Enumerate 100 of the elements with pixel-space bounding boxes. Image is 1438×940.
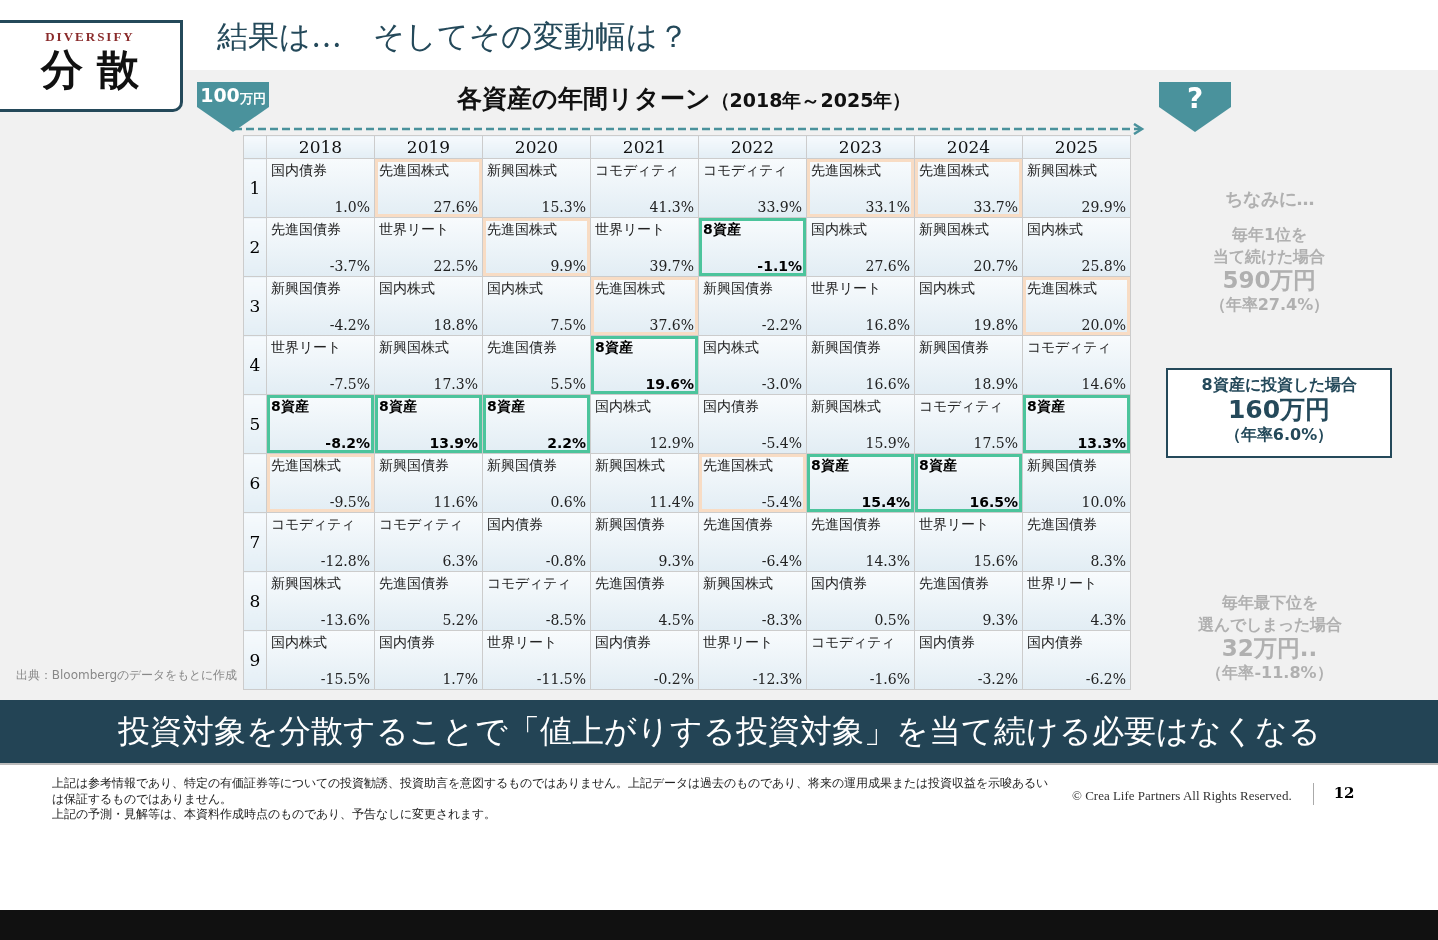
return-value: -5.4% [761, 494, 802, 510]
return-value: 12.9% [649, 435, 694, 451]
return-value: 2.2% [547, 435, 586, 451]
return-value: 1.0% [334, 199, 370, 215]
return-value: 29.9% [1081, 199, 1126, 215]
return-value: 20.0% [1081, 317, 1126, 333]
asset-name: 8資産 [271, 398, 309, 416]
asset-name: 国内株式 [811, 221, 867, 239]
asset-name: 新興国株式 [379, 339, 449, 357]
return-value: 16.8% [865, 317, 910, 333]
asset-name: 国内株式 [1027, 221, 1083, 239]
asset-name: 国内株式 [487, 280, 543, 298]
return-value: 33.7% [973, 199, 1018, 215]
asset-name: 先進国株式 [811, 162, 881, 180]
return-value: -15.5% [320, 671, 370, 687]
return-value: 41.3% [649, 199, 694, 215]
asset-name: 国内債券 [487, 516, 543, 534]
rank-cell: 5 [243, 394, 267, 454]
return-value: -9.5% [329, 494, 370, 510]
asset-name: 国内株式 [271, 634, 327, 652]
asset-name: 国内株式 [379, 280, 435, 298]
asset-name: 先進国株式 [487, 221, 557, 239]
asset-name: 先進国債券 [919, 575, 989, 593]
asset-name: 先進国債券 [1027, 516, 1097, 534]
asset-name: 8資産 [703, 221, 741, 239]
asset-name: 新興国債券 [1027, 457, 1097, 475]
return-value: -13.6% [320, 612, 370, 628]
asset-name: 先進国株式 [1027, 280, 1097, 298]
copyright: © Crea Life Partners All Rights Reserved. [1072, 788, 1292, 804]
asset-name: 新興国株式 [271, 575, 341, 593]
return-value: 9.3% [982, 612, 1018, 628]
asset-name: 新興国債券 [271, 280, 341, 298]
rank-cell: 9 [243, 630, 267, 690]
asset-name: 世界リート [811, 280, 881, 298]
end-marker: ? [1159, 82, 1231, 132]
return-value: 0.6% [550, 494, 586, 510]
return-value: 5.5% [550, 376, 586, 392]
return-value: 19.8% [973, 317, 1018, 333]
return-value: 16.6% [865, 376, 910, 392]
return-value: 0.5% [874, 612, 910, 628]
return-value: 25.8% [1081, 258, 1126, 274]
worst-case-caption: 毎年最下位を [1221, 592, 1318, 614]
return-value: 6.3% [442, 553, 478, 569]
start-marker: 100万円 [197, 82, 269, 132]
asset-name: 新興国債券 [595, 516, 665, 534]
return-value: -4.2% [329, 317, 370, 333]
asset-name: 8資産 [595, 339, 633, 357]
rank-cell: 8 [243, 571, 267, 631]
asset-name: コモディティ [703, 162, 787, 180]
asset-name: コモディティ [379, 516, 463, 534]
asset-name: 世界リート [919, 516, 989, 534]
best-case-rate: （年率27.4%） [1209, 294, 1330, 316]
return-value: -8.2% [325, 435, 370, 451]
asset-name: 先進国株式 [919, 162, 989, 180]
asset-name: 国内債券 [703, 398, 759, 416]
return-value: 15.6% [973, 553, 1018, 569]
return-value: 18.8% [433, 317, 478, 333]
return-value: 27.6% [865, 258, 910, 274]
return-value: 18.9% [973, 376, 1018, 392]
asset-name: コモディティ [271, 516, 355, 534]
return-value: 4.5% [658, 612, 694, 628]
return-value: -1.1% [757, 258, 802, 274]
worst-case-rate: （年率-11.8%） [1206, 663, 1333, 684]
rank-cell: 7 [243, 512, 267, 572]
year-header: 2022 [698, 135, 807, 159]
year-header: 2019 [374, 135, 483, 159]
return-value: -7.5% [329, 376, 370, 392]
page-number: 12 [1333, 784, 1355, 802]
asset-name: 先進国株式 [379, 162, 449, 180]
asset-name: 国内債券 [595, 634, 651, 652]
return-value: 13.9% [429, 435, 478, 451]
asset-name: 国内債券 [811, 575, 867, 593]
asset-name: 国内株式 [703, 339, 759, 357]
return-value: 37.6% [649, 317, 694, 333]
asset-name: 先進国債券 [487, 339, 557, 357]
return-value: -1.6% [869, 671, 910, 687]
asset-name: 国内債券 [379, 634, 435, 652]
return-value: -3.2% [977, 671, 1018, 687]
return-value: -0.2% [653, 671, 694, 687]
return-value: 7.5% [550, 317, 586, 333]
return-value: 15.3% [541, 199, 586, 215]
return-value: 15.9% [865, 435, 910, 451]
best-case-caption: 毎年1位を [1231, 224, 1308, 246]
asset-name: コモディティ [811, 634, 895, 652]
return-value: -6.4% [761, 553, 802, 569]
return-value: 9.3% [658, 553, 694, 569]
return-value: 9.9% [550, 258, 586, 274]
table-period: （2018年～2025年） [710, 88, 912, 113]
return-value: 11.6% [433, 494, 478, 510]
return-value: 33.9% [757, 199, 802, 215]
return-value: 17.3% [433, 376, 478, 392]
asset-name: 新興国債券 [919, 339, 989, 357]
asset-name: 8資産 [919, 457, 957, 475]
best-case-amount: 590万円 [1222, 267, 1317, 295]
asset-name: 新興国株式 [703, 575, 773, 593]
year-header: 2018 [266, 135, 375, 159]
asset-name: 世界リート [1027, 575, 1097, 593]
return-value: -8.5% [545, 612, 586, 628]
return-value: -12.8% [320, 553, 370, 569]
rank-cell: 2 [243, 217, 267, 277]
